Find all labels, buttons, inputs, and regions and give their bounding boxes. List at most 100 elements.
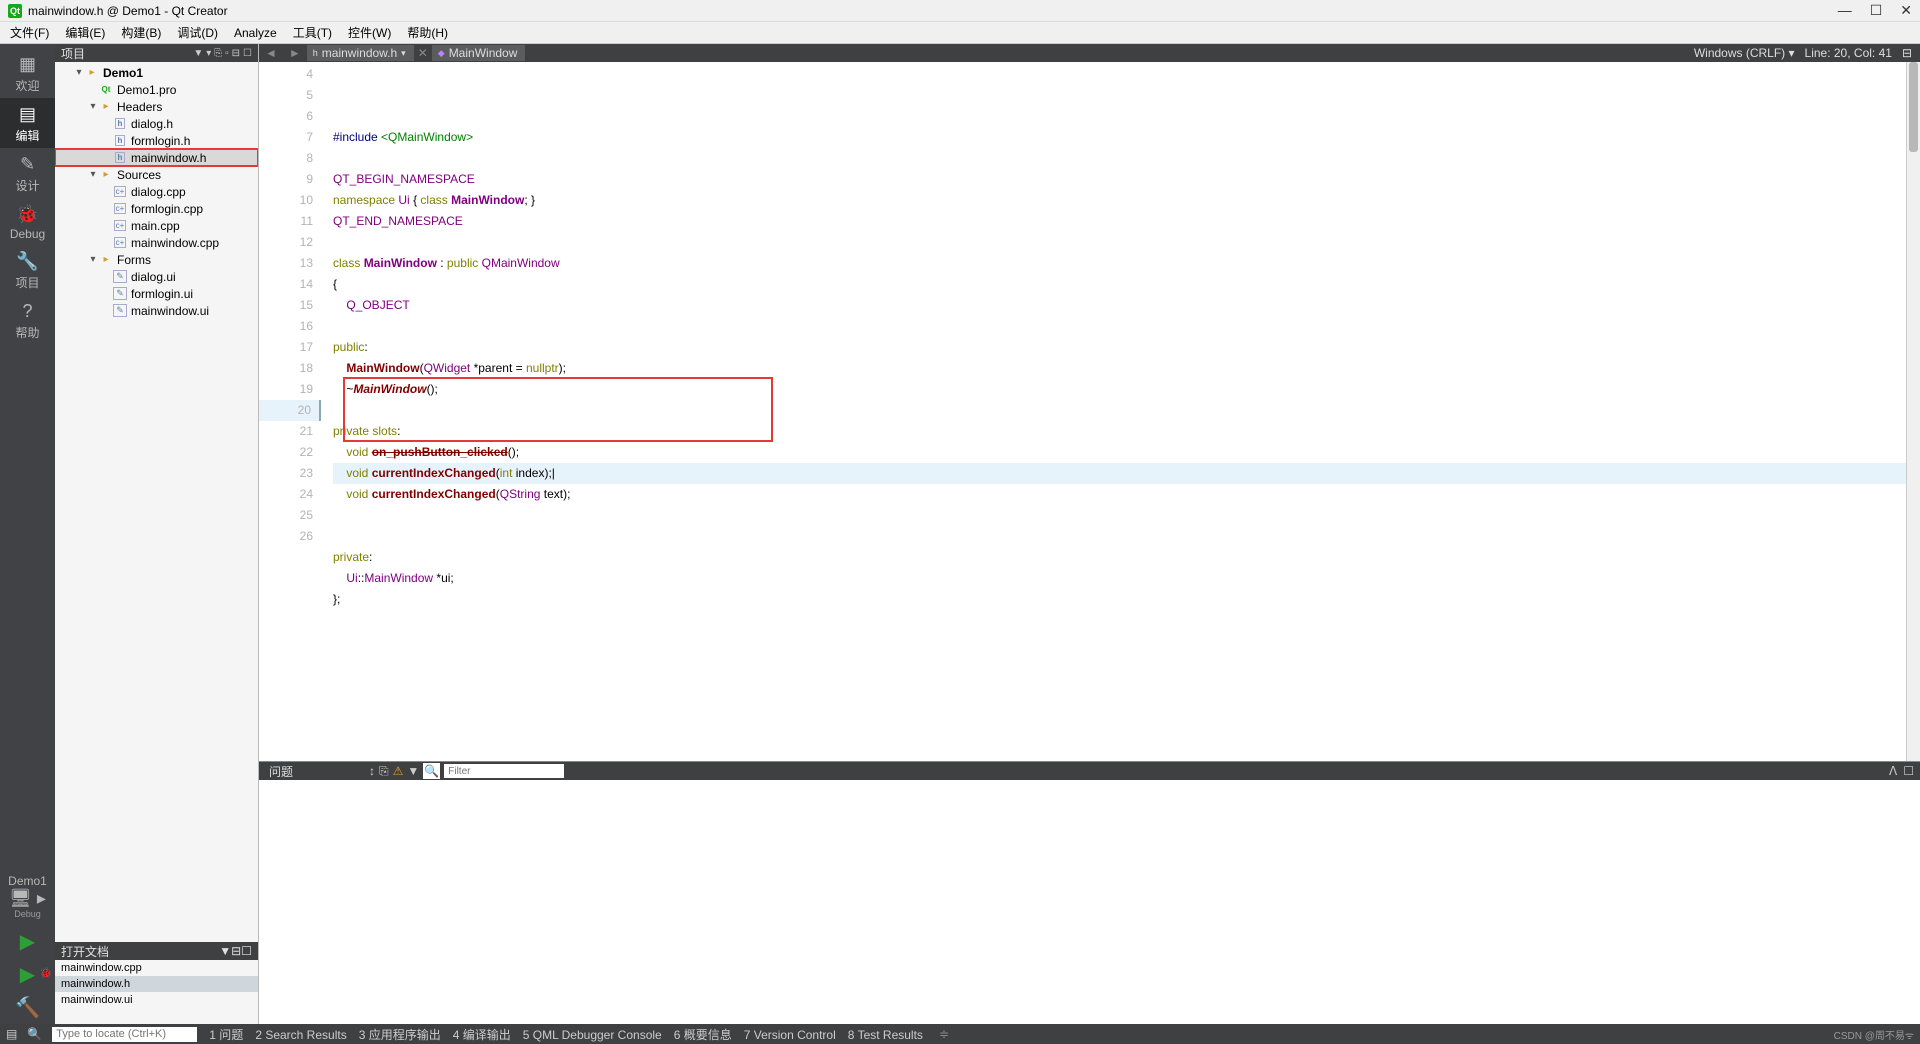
tree-item[interactable]: mainwindow.ui xyxy=(55,302,258,319)
code-line[interactable]: #include <QMainWindow> xyxy=(333,127,1906,148)
menu-item[interactable]: 调试(D) xyxy=(171,22,224,43)
code-line[interactable]: private slots: xyxy=(333,421,1906,442)
split-icon[interactable]: ⊟ xyxy=(232,48,240,59)
nav-back-button[interactable]: ◄ xyxy=(259,46,283,60)
filter-icon[interactable]: ▼ xyxy=(407,764,419,778)
dropdown-icon[interactable]: ≑ xyxy=(935,1027,953,1041)
open-docs-list[interactable]: mainwindow.cppmainwindow.hmainwindow.ui xyxy=(55,960,258,1024)
close-button[interactable]: ✕ xyxy=(1900,2,1912,19)
clear-icon[interactable]: ↕ xyxy=(369,764,375,778)
tree-item[interactable]: ▾Headers xyxy=(55,98,258,115)
code-line[interactable]: { xyxy=(333,274,1906,295)
menu-item[interactable]: 文件(F) xyxy=(4,22,55,43)
tree-item[interactable]: formlogin.cpp xyxy=(55,200,258,217)
split-horizontal-icon[interactable]: ⊟ xyxy=(1902,46,1912,60)
code-line[interactable]: void on_pushButton_clicked(); xyxy=(333,442,1906,463)
expand-icon[interactable]: ▾ xyxy=(87,169,99,180)
tree-item[interactable]: Demo1.pro xyxy=(55,81,258,98)
code-line[interactable]: private: xyxy=(333,547,1906,568)
expand-icon[interactable]: ▾ xyxy=(87,101,99,112)
tree-item[interactable]: ▾Demo1 xyxy=(55,64,258,81)
code-line[interactable] xyxy=(333,148,1906,169)
run-debug-button[interactable]: ▶🐞 xyxy=(20,958,35,991)
code-line[interactable] xyxy=(333,232,1906,253)
tree-item[interactable]: formlogin.h xyxy=(55,132,258,149)
panel-toggle-icon[interactable]: ▤ xyxy=(6,1027,17,1041)
mode-Debug[interactable]: 🐞Debug xyxy=(0,198,55,245)
mode-欢迎[interactable]: ▦欢迎 xyxy=(0,48,55,98)
tree-item[interactable]: ▾Sources xyxy=(55,166,258,183)
mode-编辑[interactable]: ▤编辑 xyxy=(0,98,55,148)
dropdown-icon[interactable]: ▼ xyxy=(219,944,231,958)
tree-item[interactable]: mainwindow.cpp xyxy=(55,234,258,251)
mode-帮助[interactable]: ?帮助 xyxy=(0,295,55,345)
tree-item[interactable]: mainwindow.h xyxy=(55,149,258,166)
status-panel-button[interactable]: 7 Version Control xyxy=(738,1028,842,1042)
code-line[interactable]: ~MainWindow(); xyxy=(333,379,1906,400)
locator-input[interactable] xyxy=(52,1027,197,1042)
open-doc-item[interactable]: mainwindow.cpp xyxy=(55,960,258,976)
run-button[interactable]: ▶ xyxy=(20,925,35,958)
code-line[interactable] xyxy=(333,505,1906,526)
status-panel-button[interactable]: 8 Test Results xyxy=(842,1028,929,1042)
issues-tab[interactable]: 问题 xyxy=(259,763,303,780)
expand-icon[interactable]: ▾ xyxy=(87,254,99,265)
tree-item[interactable]: formlogin.ui xyxy=(55,285,258,302)
vertical-scrollbar[interactable] xyxy=(1906,62,1920,761)
status-panel-button[interactable]: 6 概要信息 xyxy=(668,1028,738,1042)
file-crumb[interactable]: hmainwindow.h▾ xyxy=(307,45,414,61)
mode-项目[interactable]: 🔧项目 xyxy=(0,245,55,295)
code-line[interactable]: void currentIndexChanged(QString text); xyxy=(333,484,1906,505)
target-selector[interactable]: Demo1 🖥 ▸ Debug xyxy=(0,868,55,925)
tree-item[interactable]: dialog.h xyxy=(55,115,258,132)
mode-设计[interactable]: ✎设计 xyxy=(0,148,55,198)
status-panel-button[interactable]: 2 Search Results xyxy=(249,1028,352,1042)
menu-item[interactable]: 控件(W) xyxy=(342,22,397,43)
open-doc-item[interactable]: mainwindow.h xyxy=(55,976,258,992)
code-line[interactable]: void currentIndexChanged(int index);| xyxy=(333,463,1906,484)
expand-icon[interactable]: ▾ xyxy=(73,67,85,78)
cursor-position[interactable]: Line: 20, Col: 41 xyxy=(1805,46,1892,60)
line-number-gutter[interactable]: 4567891011121314151617181920212223242526 xyxy=(259,62,321,761)
code-line[interactable]: Q_OBJECT xyxy=(333,295,1906,316)
status-panel-button[interactable]: 5 QML Debugger Console xyxy=(517,1028,668,1042)
code-line[interactable]: QT_BEGIN_NAMESPACE xyxy=(333,169,1906,190)
close-pane-icon[interactable]: ☐ xyxy=(243,48,252,59)
menu-item[interactable]: Analyze xyxy=(228,24,283,42)
code-line[interactable] xyxy=(333,526,1906,547)
tree-item[interactable]: main.cpp xyxy=(55,217,258,234)
add-icon[interactable]: ▫ xyxy=(225,48,229,59)
sync-icon[interactable]: ▾ ⎘ xyxy=(206,48,222,59)
status-panel-button[interactable]: 3 应用程序输出 xyxy=(353,1028,447,1042)
filter-input[interactable] xyxy=(444,764,564,778)
symbol-crumb[interactable]: ◆MainWindow xyxy=(432,45,526,61)
code-line[interactable]: Ui::MainWindow *ui; xyxy=(333,568,1906,589)
menu-item[interactable]: 帮助(H) xyxy=(401,22,454,43)
close-panel-icon[interactable]: ☐ xyxy=(1903,764,1914,778)
code-line[interactable]: MainWindow(QWidget *parent = nullptr); xyxy=(333,358,1906,379)
code-editor[interactable]: #include <QMainWindow> QT_BEGIN_NAMESPAC… xyxy=(321,62,1906,761)
status-panel-button[interactable]: 1 问题 xyxy=(203,1028,249,1042)
code-line[interactable] xyxy=(333,400,1906,421)
code-line[interactable] xyxy=(333,316,1906,337)
tree-item[interactable]: dialog.cpp xyxy=(55,183,258,200)
build-button[interactable]: 🔨 xyxy=(15,991,40,1024)
close-pane-icon[interactable]: ☐ xyxy=(241,944,252,958)
nav-forward-button[interactable]: ► xyxy=(283,46,307,60)
code-line[interactable]: }; xyxy=(333,589,1906,610)
open-doc-item[interactable]: mainwindow.ui xyxy=(55,992,258,1008)
filter-icon[interactable]: ▼ xyxy=(193,48,203,59)
menu-item[interactable]: 构建(B) xyxy=(115,22,167,43)
project-tree[interactable]: ▾Demo1Demo1.pro▾Headersdialog.hformlogin… xyxy=(55,62,258,942)
close-tab-button[interactable]: ✕ xyxy=(414,46,432,60)
menu-item[interactable]: 编辑(E) xyxy=(59,22,111,43)
code-line[interactable]: class MainWindow : public QMainWindow xyxy=(333,253,1906,274)
collapse-icon[interactable]: ᐱ xyxy=(1889,764,1897,778)
status-panel-button[interactable]: 4 编译输出 xyxy=(447,1028,517,1042)
code-line[interactable]: public: xyxy=(333,337,1906,358)
tree-item[interactable]: ▾Forms xyxy=(55,251,258,268)
encoding-selector[interactable]: Windows (CRLF) ▾ xyxy=(1694,46,1795,60)
minimize-button[interactable]: — xyxy=(1838,2,1852,19)
tree-item[interactable]: dialog.ui xyxy=(55,268,258,285)
maximize-button[interactable]: ☐ xyxy=(1870,2,1883,19)
